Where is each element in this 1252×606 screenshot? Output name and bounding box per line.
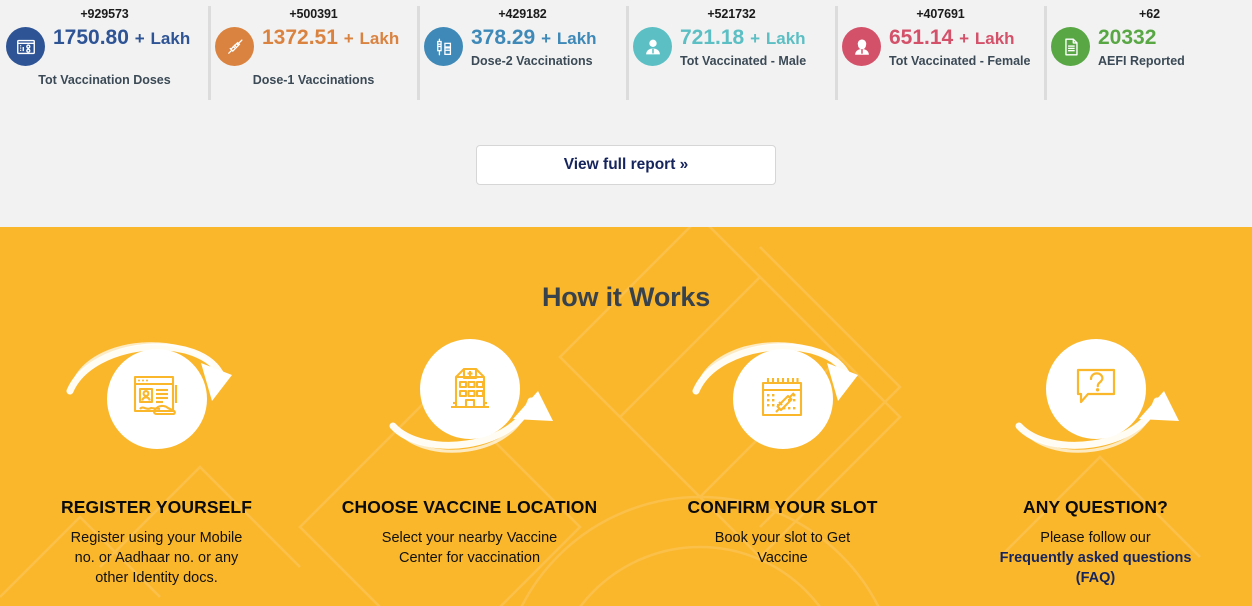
male-person-icon [633, 27, 672, 66]
how-item-confirm-slot: CONFIRM YOUR SLOT Book your slot to Get … [626, 333, 939, 588]
question-speech-bubble-icon [1076, 368, 1115, 404]
how-icon-wrap [62, 333, 252, 468]
calendar-syringe-icon [761, 378, 802, 417]
stat-unit: Lakh [765, 29, 806, 48]
stat-delta: +429182 [498, 7, 547, 21]
stat-unit: Lakh [974, 29, 1015, 48]
stat-label: Tot Vaccinated - Female [889, 54, 1031, 68]
report-dashboard-icon [6, 27, 45, 66]
stat-card-female: +407691 651.14 + Lakh Tot Vaccinated - F… [835, 0, 1045, 110]
stat-delta: +62 [1139, 7, 1160, 21]
desc-line-1: Please follow our [1040, 530, 1151, 546]
syringe-icon [215, 27, 254, 66]
how-item-any-question: ANY QUESTION? Please follow our Frequent… [939, 333, 1252, 588]
stat-delta: +500391 [289, 7, 338, 21]
stat-value: 721.18 [680, 26, 745, 49]
stat-value: 1750.80 [53, 26, 129, 49]
how-item-register: REGISTER YOURSELF Register using your Mo… [0, 333, 313, 588]
stat-value: 1372.51 [262, 26, 338, 49]
stat-label: Tot Vaccinated - Male [680, 54, 807, 68]
vaccine-vial-icon [424, 27, 463, 66]
stat-card-male: +521732 721.18 + Lakh Tot Vaccinated - M… [626, 0, 836, 110]
stat-unit: Lakh [556, 29, 597, 48]
stat-unit: Lakh [150, 29, 191, 48]
report-button-row: View full report » [0, 145, 1252, 185]
stat-delta: +521732 [707, 7, 756, 21]
how-item-description: Register using your Mobile no. or Aadhaa… [71, 528, 243, 588]
stat-delta: +929573 [80, 7, 129, 21]
faq-link-line-2: (FAQ) [1075, 570, 1116, 586]
how-icon-wrap [1001, 333, 1191, 468]
desc-line-3: other Identity docs. [95, 570, 218, 586]
how-item-heading: CHOOSE VACCINE LOCATION [341, 497, 598, 517]
how-item-description: Book your slot to Get Vaccine [715, 528, 850, 568]
stat-value: 378.29 [471, 26, 536, 49]
view-full-report-button[interactable]: View full report » [476, 145, 776, 185]
stat-card-total-doses: +929573 1750.80 + Lakh Tot Vaccination D… [0, 0, 209, 110]
document-icon [1051, 27, 1090, 66]
hospital-building-icon [450, 367, 489, 409]
how-item-description: Please follow our Frequently asked quest… [1000, 528, 1192, 588]
faq-link-line-1: Frequently asked questions [999, 550, 1192, 566]
stat-plus: + [959, 29, 970, 48]
stat-unit: Lakh [359, 29, 400, 48]
desc-line-2: Center for vaccination [398, 550, 541, 566]
how-item-choose-location: CHOOSE VACCINE LOCATION Select your near… [313, 333, 626, 588]
stat-label: AEFI Reported [1098, 54, 1185, 68]
faq-link[interactable]: Frequently asked questions (FAQ) [1000, 550, 1192, 586]
how-item-heading: CONFIRM YOUR SLOT [687, 497, 878, 517]
female-person-icon [842, 27, 881, 66]
stat-card-dose-1: +500391 1372.51 + Lakh Dose-1 Vaccinatio… [208, 0, 418, 110]
desc-line-1: Book your slot to Get [714, 530, 851, 546]
how-item-heading: REGISTER YOURSELF [61, 497, 252, 517]
how-icon-wrap [375, 333, 565, 468]
stat-card-dose-2: +429182 378.29 + Lakh Dose-2 Vaccination… [417, 0, 627, 110]
stat-value: 651.14 [889, 26, 954, 49]
page-title: How it Works [541, 282, 711, 312]
stat-value: 20332 [1098, 26, 1157, 49]
how-item-description: Select your nearby Vaccine Center for va… [382, 528, 557, 568]
desc-line-2: no. or Aadhaar no. or any [74, 550, 239, 566]
stat-label: Tot Vaccination Doses [38, 73, 171, 87]
stat-plus: + [750, 29, 761, 48]
desc-line-2: Vaccine [757, 550, 808, 566]
how-it-works-section: How it Works REGISTER YOURSELF Register … [0, 227, 1252, 606]
statistics-strip: +929573 1750.80 + Lakh Tot Vaccination D… [0, 0, 1252, 227]
id-registration-form-icon [133, 375, 177, 416]
stat-label: Dose-2 Vaccinations [471, 54, 593, 68]
how-it-works-grid: REGISTER YOURSELF Register using your Mo… [0, 313, 1252, 588]
stat-card-aefi: +62 20332 AEFI Reported [1044, 0, 1252, 110]
how-item-heading: ANY QUESTION? [1023, 497, 1168, 517]
stat-delta: +407691 [916, 7, 965, 21]
stat-plus: + [134, 29, 145, 48]
desc-line-1: Select your nearby Vaccine [381, 530, 558, 546]
stat-label: Dose-1 Vaccinations [252, 73, 375, 87]
stat-plus: + [343, 29, 354, 48]
how-icon-wrap [688, 333, 878, 468]
desc-line-1: Register using your Mobile [70, 530, 243, 546]
stat-plus: + [541, 29, 552, 48]
